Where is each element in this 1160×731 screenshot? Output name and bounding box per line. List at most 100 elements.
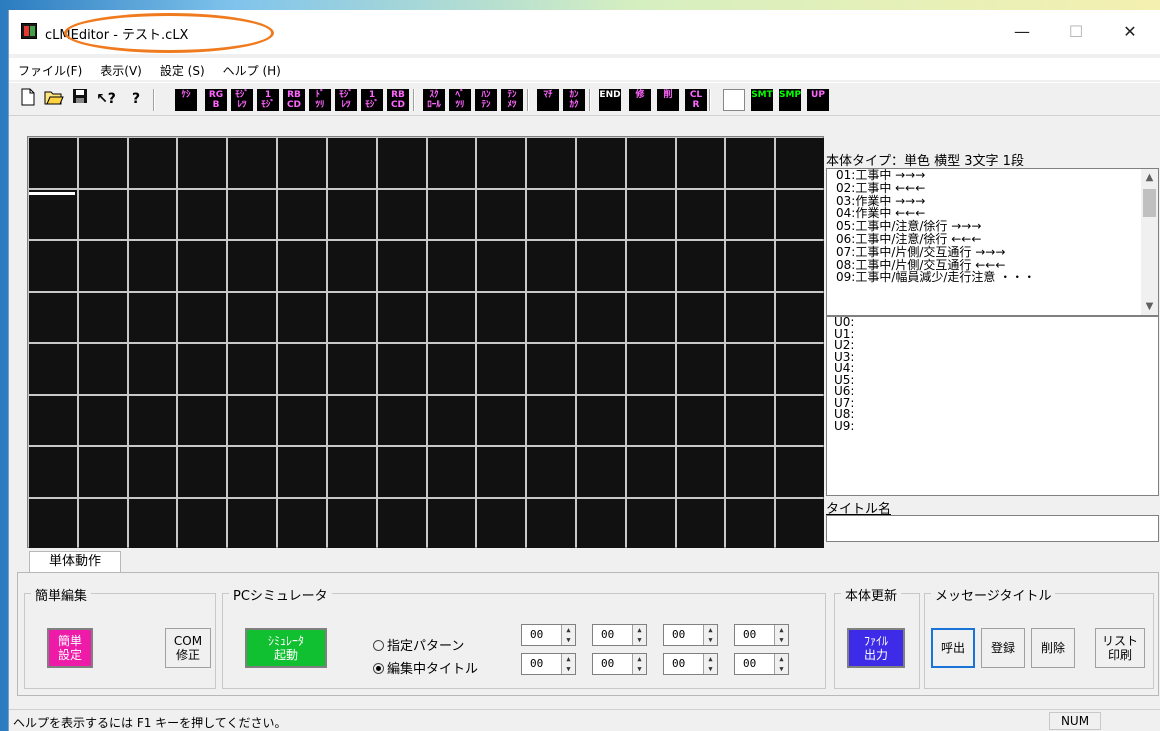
led-cell[interactable]	[29, 189, 77, 239]
led-cell[interactable]	[726, 138, 775, 188]
toolbar-button-11[interactable]: ﾊﾝ ﾃﾝ	[475, 89, 497, 111]
led-cell[interactable]	[676, 344, 725, 394]
led-cell[interactable]	[477, 138, 526, 188]
led-cell[interactable]	[178, 189, 227, 239]
led-cell[interactable]	[327, 241, 376, 291]
user-pattern-item[interactable]: U6:	[827, 385, 1158, 398]
user-pattern-item[interactable]: U1:	[827, 328, 1158, 341]
toolbar-button-1[interactable]: RG B	[205, 89, 227, 111]
led-cell[interactable]	[228, 447, 277, 497]
led-cell[interactable]	[427, 498, 476, 548]
led-cell[interactable]	[29, 292, 77, 342]
led-cell[interactable]	[228, 241, 277, 291]
user-pattern-item[interactable]: U8:	[827, 408, 1158, 421]
time-spinner[interactable]: 00 ▲ ▼	[592, 653, 647, 675]
led-cell[interactable]	[776, 292, 824, 342]
call-button[interactable]: 呼出	[931, 628, 975, 668]
led-cell[interactable]	[776, 241, 824, 291]
led-cell[interactable]	[128, 395, 177, 445]
led-cell[interactable]	[576, 189, 625, 239]
led-cell[interactable]	[278, 241, 326, 291]
led-cell[interactable]	[278, 498, 326, 548]
led-cell[interactable]	[327, 498, 376, 548]
close-button[interactable]: ✕	[1107, 18, 1153, 46]
led-cell[interactable]	[427, 189, 476, 239]
led-cell[interactable]	[178, 138, 227, 188]
simple-settings-button[interactable]: 簡単 設定	[47, 628, 93, 668]
tab-single-operation[interactable]: 単体動作	[29, 551, 121, 573]
led-cell[interactable]	[327, 344, 376, 394]
led-cell[interactable]	[726, 447, 775, 497]
led-cell[interactable]	[576, 292, 625, 342]
title-name-input[interactable]	[826, 515, 1159, 542]
led-cell[interactable]	[128, 189, 177, 239]
toolbar-button-13[interactable]: ﾏﾁ	[537, 89, 559, 111]
led-cell[interactable]	[776, 395, 824, 445]
message-list-scrollbar[interactable]: ▲ ▼	[1141, 169, 1158, 315]
led-cell[interactable]	[676, 447, 725, 497]
led-cell[interactable]	[178, 292, 227, 342]
led-cell[interactable]	[29, 447, 77, 497]
led-cell[interactable]	[327, 447, 376, 497]
led-cell[interactable]	[427, 292, 476, 342]
led-cell[interactable]	[676, 395, 725, 445]
led-cell[interactable]	[477, 395, 526, 445]
led-cell[interactable]	[29, 241, 77, 291]
led-cell[interactable]	[327, 292, 376, 342]
led-cell[interactable]	[377, 344, 426, 394]
led-cell[interactable]	[228, 292, 277, 342]
led-cell[interactable]	[576, 447, 625, 497]
spinner-arrows-icon[interactable]: ▲ ▼	[632, 625, 646, 645]
led-cell[interactable]	[776, 189, 824, 239]
led-cell[interactable]	[128, 447, 177, 497]
led-cell[interactable]	[178, 241, 227, 291]
led-cell[interactable]	[676, 498, 725, 548]
spinner-arrows-icon[interactable]: ▲ ▼	[632, 654, 646, 674]
user-pattern-item[interactable]: U7:	[827, 397, 1158, 410]
led-cell[interactable]	[278, 344, 326, 394]
led-cell[interactable]	[776, 498, 824, 548]
led-cell[interactable]	[477, 292, 526, 342]
time-spinner[interactable]: 00 ▲ ▼	[663, 653, 718, 675]
toolbar-button-20[interactable]: SMT	[751, 89, 773, 111]
led-cell[interactable]	[527, 447, 575, 497]
led-cell[interactable]	[178, 498, 227, 548]
menu-help[interactable]: ヘルプ (H)	[214, 58, 290, 80]
led-cell[interactable]	[377, 138, 426, 188]
led-cell[interactable]	[278, 138, 326, 188]
led-cell[interactable]	[278, 447, 326, 497]
led-cell[interactable]	[228, 395, 277, 445]
led-cell[interactable]	[228, 189, 277, 239]
spinner-arrows-icon[interactable]: ▲ ▼	[774, 625, 788, 645]
simulator-start-button[interactable]: ｼﾐｭﾚｰﾀ 起動	[245, 628, 327, 668]
toolbar-button-22[interactable]: UP	[807, 89, 829, 111]
toolbar-button-2[interactable]: ﾓｼﾞ ﾚﾂ	[231, 89, 253, 111]
message-list-item[interactable]: 06:工事中/注意/徐行 ←←←	[827, 233, 1158, 246]
led-cell[interactable]	[29, 138, 77, 188]
new-file-icon[interactable]	[17, 88, 39, 110]
scroll-thumb[interactable]	[1143, 189, 1156, 217]
time-spinner[interactable]: 00 ▲ ▼	[592, 624, 647, 646]
toolbar-button-8[interactable]: RB CD	[387, 89, 409, 111]
toolbar-button-16[interactable]: 修	[629, 89, 651, 111]
menu-file[interactable]: ファイル(F)	[9, 58, 91, 80]
led-cell[interactable]	[527, 498, 575, 548]
user-pattern-item[interactable]: U2:	[827, 339, 1158, 352]
toolbar-button-9[interactable]: ｽｸ ﾛｰﾙ	[423, 89, 445, 111]
led-cell[interactable]	[527, 395, 575, 445]
help-icon[interactable]: ?	[125, 88, 147, 110]
led-cell[interactable]	[228, 344, 277, 394]
spinner-arrows-icon[interactable]: ▲ ▼	[703, 625, 717, 645]
led-cell[interactable]	[427, 138, 476, 188]
toolbar-button-7[interactable]: 1 ﾓｼﾞ	[361, 89, 383, 111]
led-cell[interactable]	[477, 241, 526, 291]
led-cell[interactable]	[776, 344, 824, 394]
led-cell[interactable]	[178, 344, 227, 394]
led-cell[interactable]	[527, 189, 575, 239]
led-cell[interactable]	[477, 189, 526, 239]
toolbar-button-3[interactable]: 1 ﾓｼﾞ	[257, 89, 279, 111]
led-cell[interactable]	[228, 138, 277, 188]
menu-view[interactable]: 表示(V)	[91, 58, 151, 80]
toolbar-button-19[interactable]	[723, 89, 745, 111]
spinner-arrows-icon[interactable]: ▲ ▼	[774, 654, 788, 674]
